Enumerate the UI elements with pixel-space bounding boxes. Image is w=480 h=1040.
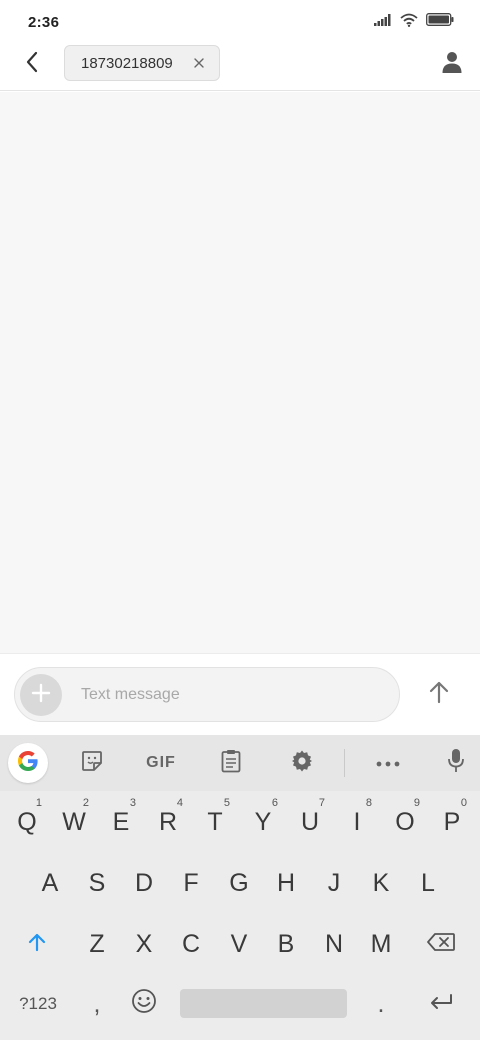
key-i[interactable]: I8	[334, 793, 380, 851]
close-icon[interactable]	[191, 55, 207, 71]
message-input[interactable]	[81, 684, 381, 706]
key-label: T	[207, 807, 223, 836]
key-hint: 5	[223, 797, 230, 809]
enter-icon	[428, 990, 454, 1019]
sticker-button[interactable]	[72, 743, 112, 783]
enter-key[interactable]	[418, 975, 464, 1033]
messaging-screen: 2:36 18730218809 Text message GIF Q 1 W …	[0, 0, 480, 1040]
back-arrow-icon	[24, 50, 40, 79]
more-icon	[376, 754, 400, 772]
key-label: I	[353, 807, 361, 836]
backspace-icon	[426, 930, 456, 959]
keyboard: G I F Q 1 W 2 E 3 R 4 T 5 Y 6 U 7 I 8 O 9 …	[0, 735, 480, 1040]
key-y[interactable]: Y6	[240, 793, 286, 851]
gif-icon: GIF	[146, 754, 176, 771]
symbols-key[interactable]: ?123	[10, 975, 66, 1033]
key-o[interactable]: O9	[382, 793, 428, 851]
key-w[interactable]: W2	[51, 793, 97, 851]
signal-icon	[374, 13, 392, 31]
conversation-area	[0, 92, 480, 653]
back-button[interactable]	[18, 50, 46, 78]
key-hint: 7	[318, 797, 325, 809]
keyboard-keys: Q1 W2 E3 R4 T5 Y6 U7 I8 O9 P0 A S D F G …	[0, 791, 480, 1040]
more-button[interactable]	[368, 743, 408, 783]
key-c[interactable]: C	[168, 915, 214, 973]
key-n[interactable]: N	[311, 915, 357, 973]
key-r[interactable]: R4	[145, 793, 191, 851]
key-label: R	[158, 807, 178, 836]
key-hint: 6	[271, 797, 278, 809]
add-attachment-button[interactable]	[20, 674, 62, 716]
keyboard-toolbar: GIF	[0, 735, 480, 791]
key-x[interactable]: X	[121, 915, 167, 973]
key-p[interactable]: P0	[429, 793, 475, 851]
google-icon	[16, 749, 40, 778]
key-b[interactable]: B	[263, 915, 309, 973]
key-hint: 0	[460, 797, 467, 809]
key-label: W	[62, 807, 86, 836]
recipient-chip[interactable]: 18730218809	[64, 45, 220, 81]
battery-icon	[426, 13, 454, 31]
key-hint: 3	[129, 797, 136, 809]
person-icon	[442, 51, 462, 78]
key-h[interactable]: H	[263, 854, 309, 912]
key-label: Q	[17, 807, 37, 836]
key-label: Y	[254, 807, 272, 836]
key-m[interactable]: M	[358, 915, 404, 973]
key-e[interactable]: E3	[98, 793, 144, 851]
microphone-icon	[447, 748, 465, 779]
gif-button[interactable]: GIF	[141, 743, 181, 783]
key-v[interactable]: V	[216, 915, 262, 973]
shift-key[interactable]	[14, 915, 60, 973]
key-label: P	[443, 807, 461, 836]
toolbar-divider	[344, 749, 345, 777]
key-d[interactable]: D	[121, 854, 167, 912]
key-hint: 1	[35, 797, 42, 809]
status-icons	[374, 13, 454, 32]
wifi-icon	[400, 13, 418, 32]
status-bar: 2:36	[0, 0, 480, 44]
status-time: 2:36	[28, 13, 60, 31]
send-button[interactable]	[422, 677, 456, 711]
key-hint: 9	[413, 797, 420, 809]
clipboard-button[interactable]	[211, 743, 251, 783]
key-hint: 8	[365, 797, 372, 809]
clipboard-icon	[221, 749, 241, 778]
shift-icon	[27, 930, 47, 959]
conversation-header: 18730218809	[0, 44, 480, 91]
message-box	[14, 667, 400, 722]
key-a[interactable]: A	[27, 854, 73, 912]
plus-icon	[31, 683, 51, 708]
key-j[interactable]: J	[311, 854, 357, 912]
settings-button[interactable]	[282, 743, 322, 783]
backspace-key[interactable]	[418, 915, 464, 973]
key-hint: 2	[82, 797, 89, 809]
gear-icon	[290, 749, 314, 778]
space-key[interactable]	[180, 989, 347, 1018]
sticker-icon	[81, 750, 103, 777]
key-hint: 4	[176, 797, 183, 809]
comma-key[interactable]: ,	[74, 975, 120, 1033]
recipient-number: 18730218809	[81, 54, 173, 72]
key-g[interactable]: G	[216, 854, 262, 912]
key-label: E	[112, 807, 130, 836]
key-f[interactable]: F	[168, 854, 214, 912]
contact-button[interactable]	[438, 50, 466, 78]
voice-input-button[interactable]	[436, 743, 476, 783]
key-l[interactable]: L	[405, 854, 451, 912]
message-composer	[0, 653, 480, 735]
key-s[interactable]: S	[74, 854, 120, 912]
key-t[interactable]: T5	[192, 793, 238, 851]
key-q[interactable]: Q1	[4, 793, 50, 851]
emoji-icon	[131, 988, 157, 1021]
key-k[interactable]: K	[358, 854, 404, 912]
key-u[interactable]: U7	[287, 793, 333, 851]
key-label: U	[300, 807, 320, 836]
arrow-up-icon	[428, 680, 450, 709]
key-z[interactable]: Z	[74, 915, 120, 973]
period-key[interactable]: .	[358, 975, 404, 1033]
key-label: O	[395, 807, 415, 836]
emoji-key[interactable]	[121, 975, 167, 1033]
google-button[interactable]	[8, 743, 48, 783]
